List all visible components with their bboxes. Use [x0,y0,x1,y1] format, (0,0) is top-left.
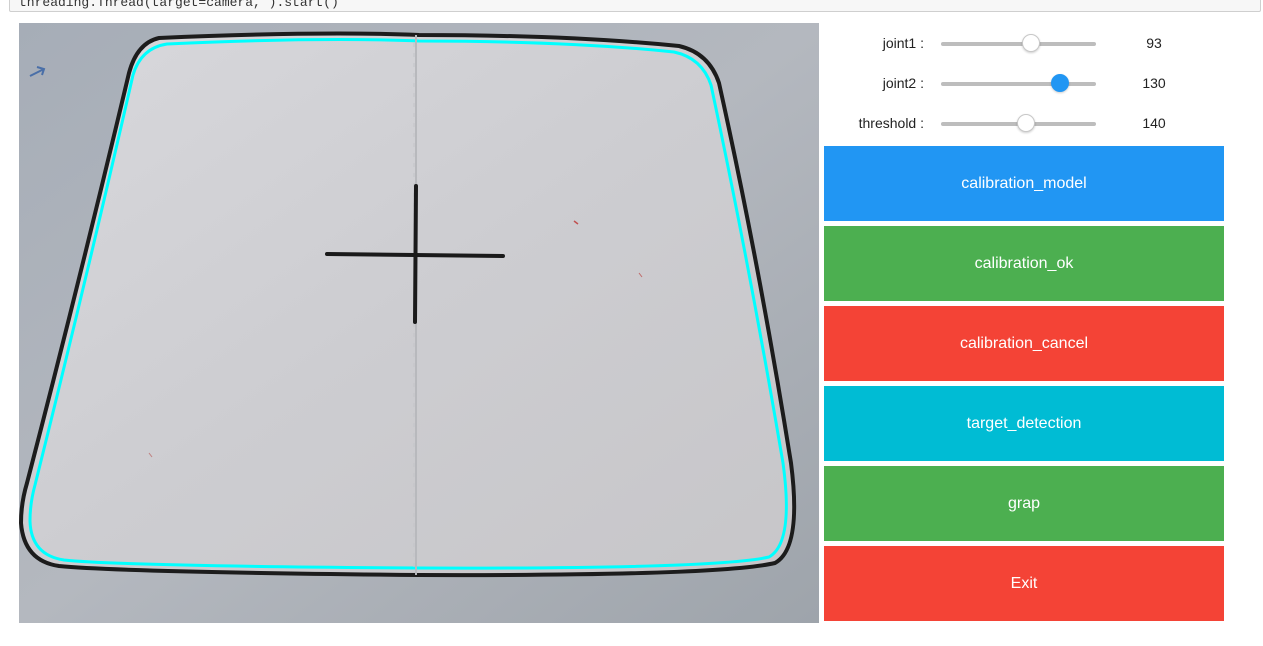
code-line: threading.Thread(target=camera, ).start(… [19,0,339,10]
joint2-slider-thumb[interactable] [1051,74,1070,92]
exit-button[interactable]: Exit [824,546,1224,621]
calibration-model-button[interactable]: calibration_model [824,146,1224,221]
calibration-cancel-button[interactable]: calibration_cancel [824,306,1224,381]
threshold-slider[interactable] [941,114,1096,132]
joint2-value: 130 [1142,75,1166,91]
grap-button[interactable]: grap [824,466,1224,541]
camera-feed [19,23,819,623]
joint2-slider[interactable] [941,74,1096,92]
code-cell-output: threading.Thread(target=camera, ).start(… [9,0,1261,12]
camera-image [19,23,819,623]
joint1-slider-thumb[interactable] [1021,34,1040,52]
joint2-label: joint2 : [882,75,924,91]
joint2-control: joint2 : 130 [824,63,1224,103]
threshold-value: 140 [1142,115,1166,131]
joint1-value: 93 [1146,35,1162,51]
threshold-slider-thumb[interactable] [1017,114,1036,132]
joint1-control: joint1 : 93 [824,23,1224,63]
threshold-control: threshold : 140 [824,103,1224,143]
target-detection-button[interactable]: target_detection [824,386,1224,461]
threshold-label: threshold : [858,115,924,131]
calibration-ok-button[interactable]: calibration_ok [824,226,1224,301]
paper-sheet [19,31,797,578]
joint1-slider[interactable] [941,34,1096,52]
joint1-label: joint1 : [882,35,924,51]
